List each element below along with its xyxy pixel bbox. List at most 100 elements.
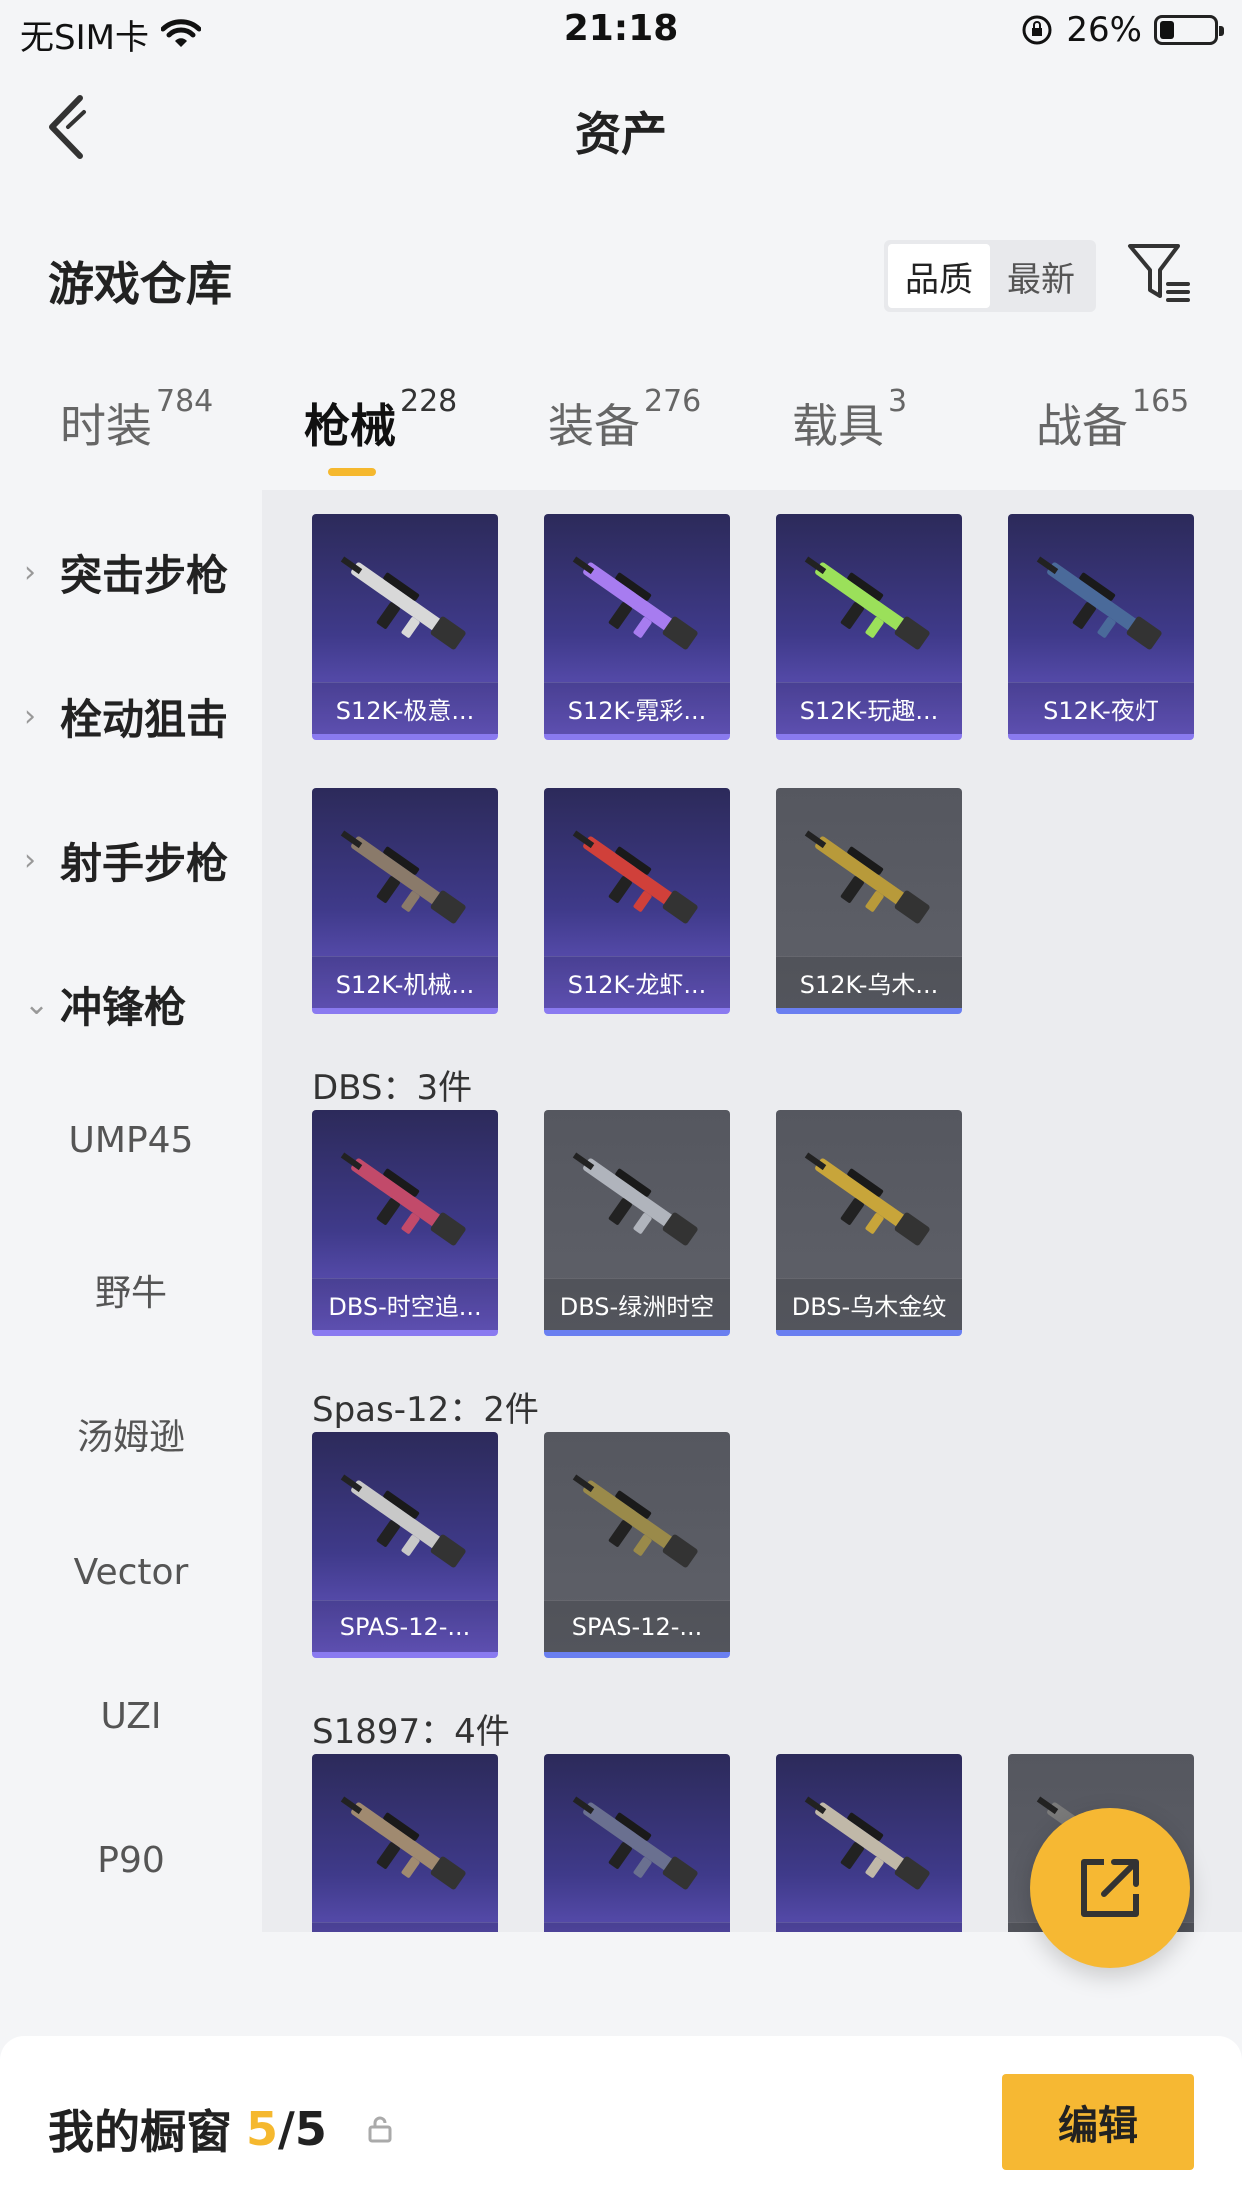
battery-level bbox=[1160, 21, 1174, 39]
showcase-title-row: 我的橱窗 5/5 bbox=[48, 2096, 393, 2162]
weapon-name: S12K-龙虾... bbox=[544, 956, 730, 1008]
weapon-card[interactable] bbox=[776, 1754, 962, 1932]
chevron-down-icon: ⌄ bbox=[24, 987, 50, 1022]
warehouse-title: 游戏仓库 bbox=[48, 257, 232, 311]
battery-info: 26% bbox=[1020, 10, 1224, 50]
weapon-name bbox=[312, 1922, 498, 1932]
weapon-name: SPAS-12-... bbox=[312, 1600, 498, 1652]
weapon-card[interactable] bbox=[312, 1754, 498, 1932]
weapon-name: S12K-夜灯 bbox=[1008, 682, 1194, 734]
share-icon bbox=[1081, 1859, 1139, 1917]
nav-bar: 资产 bbox=[0, 70, 1242, 180]
status-bar: 无SIM卡 21:18 26% bbox=[0, 0, 1242, 64]
weapon-card[interactable]: SPAS-12-... bbox=[312, 1432, 498, 1658]
tab-count: 784 bbox=[156, 384, 214, 419]
lock-icon bbox=[368, 2116, 392, 2143]
tab-label: 装备 bbox=[548, 399, 640, 453]
weapon-card[interactable]: S12K-夜灯 bbox=[1008, 514, 1194, 740]
sidebar-item-bolt-sniper[interactable]: › 栓动狙击 bbox=[24, 686, 228, 747]
sidebar-item-smg[interactable]: ⌄ 冲锋枪 bbox=[24, 974, 186, 1035]
rotation-lock-icon bbox=[1022, 15, 1052, 45]
sidebar-item-label: 突击步枪 bbox=[60, 551, 229, 600]
showcase-bar: 我的橱窗 5/5 编辑 bbox=[0, 2036, 1242, 2208]
chevron-right-icon: › bbox=[24, 699, 36, 734]
showcase-current: 5 bbox=[246, 2102, 279, 2156]
sort-toggle: 品质 最新 bbox=[884, 240, 1096, 312]
weapon-image bbox=[340, 1152, 466, 1246]
weapon-name: S12K-极意... bbox=[312, 682, 498, 734]
weapon-image bbox=[804, 1796, 930, 1890]
sidebar-subitem-bizon[interactable]: 野牛 bbox=[0, 1264, 262, 1316]
chevron-right-icon: › bbox=[24, 555, 36, 590]
weapon-card[interactable]: SPAS-12-... bbox=[544, 1432, 730, 1658]
weapon-name: S12K-机械... bbox=[312, 956, 498, 1008]
active-tab-indicator bbox=[328, 468, 376, 476]
tab-count: 228 bbox=[400, 384, 458, 419]
weapon-name: S12K-霓彩... bbox=[544, 682, 730, 734]
tab-firearms[interactable]: 枪械 228 bbox=[304, 384, 457, 456]
tab-count: 165 bbox=[1132, 384, 1190, 419]
weapon-card[interactable]: S12K-玩趣... bbox=[776, 514, 962, 740]
filter-icon[interactable] bbox=[1126, 240, 1192, 306]
battery-icon bbox=[1154, 15, 1224, 45]
weapon-name: DBS-时空追... bbox=[312, 1278, 498, 1330]
tab-supplies[interactable]: 战备 165 bbox=[1036, 384, 1189, 456]
weapon-card[interactable]: DBS-乌木金纹 bbox=[776, 1110, 962, 1336]
weapon-image bbox=[340, 830, 466, 924]
tab-label: 战备 bbox=[1036, 399, 1128, 453]
tab-equipment[interactable]: 装备 276 bbox=[548, 384, 701, 456]
sidebar-item-label: 射手步枪 bbox=[60, 839, 229, 888]
sidebar-subitem-vector[interactable]: Vector bbox=[0, 1552, 262, 1593]
showcase-count: 5/5 bbox=[246, 2102, 327, 2156]
showcase-title: 我的橱窗 bbox=[48, 2105, 232, 2159]
weapon-image bbox=[804, 1152, 930, 1246]
weapon-card[interactable] bbox=[544, 1754, 730, 1932]
sidebar-item-label: 冲锋枪 bbox=[60, 983, 187, 1032]
tab-count: 276 bbox=[644, 384, 702, 419]
tab-label: 载具 bbox=[792, 399, 884, 453]
weapon-image bbox=[340, 556, 466, 650]
sidebar-subitem-p90[interactable]: P90 bbox=[0, 1840, 262, 1881]
weapon-card[interactable]: DBS-绿洲时空 bbox=[544, 1110, 730, 1336]
sidebar-item-assault-rifle[interactable]: › 突击步枪 bbox=[24, 542, 228, 603]
sidebar-subitem-uzi[interactable]: UZI bbox=[0, 1696, 262, 1737]
battery-percentage: 26% bbox=[1066, 10, 1142, 50]
weapon-card[interactable]: S12K-龙虾... bbox=[544, 788, 730, 1014]
tab-vehicles[interactable]: 载具 3 bbox=[792, 384, 907, 456]
weapon-name: DBS-乌木金纹 bbox=[776, 1278, 962, 1330]
group-title: DBS：3件 bbox=[312, 1068, 473, 1108]
chevron-right-icon: › bbox=[24, 843, 36, 878]
weapon-image bbox=[572, 1474, 698, 1568]
edit-button[interactable]: 编辑 bbox=[1002, 2074, 1194, 2170]
weapon-card[interactable]: S12K-机械... bbox=[312, 788, 498, 1014]
weapon-card[interactable]: S12K-霓彩... bbox=[544, 514, 730, 740]
weapon-card[interactable]: S12K-乌木... bbox=[776, 788, 962, 1014]
weapon-image bbox=[572, 556, 698, 650]
weapon-category-sidebar: › 突击步枪 › 栓动狙击 › 射手步枪 ⌄ 冲锋枪 UMP45 野牛 汤姆逊 Vect… bbox=[0, 490, 262, 1932]
weapon-card[interactable]: S12K-极意... bbox=[312, 514, 498, 740]
weapon-name bbox=[776, 1922, 962, 1932]
weapon-name: SPAS-12-... bbox=[544, 1600, 730, 1652]
showcase-total: /5 bbox=[278, 2102, 327, 2156]
weapon-name bbox=[544, 1922, 730, 1932]
sidebar-subitem-thompson[interactable]: 汤姆逊 bbox=[0, 1408, 262, 1460]
sort-newest-option[interactable]: 最新 bbox=[990, 244, 1092, 308]
page-title: 资产 bbox=[575, 107, 667, 161]
tab-fashion[interactable]: 时装 784 bbox=[60, 384, 213, 456]
share-button[interactable] bbox=[1030, 1808, 1190, 1968]
sidebar-item-marksman-rifle[interactable]: › 射手步枪 bbox=[24, 830, 228, 891]
weapon-image bbox=[804, 556, 930, 650]
weapon-image bbox=[804, 830, 930, 924]
tab-label: 枪械 bbox=[304, 399, 396, 453]
tab-count: 3 bbox=[888, 384, 908, 419]
weapon-card[interactable]: DBS-时空追... bbox=[312, 1110, 498, 1336]
weapon-image bbox=[572, 1152, 698, 1246]
sidebar-subitem-ump45[interactable]: UMP45 bbox=[0, 1120, 262, 1161]
sort-quality-option[interactable]: 品质 bbox=[888, 244, 990, 308]
weapon-image bbox=[1036, 556, 1162, 650]
group-title: Spas-12：2件 bbox=[312, 1390, 539, 1430]
weapon-image bbox=[340, 1796, 466, 1890]
weapon-name: S12K-玩趣... bbox=[776, 682, 962, 734]
group-title: S1897：4件 bbox=[312, 1712, 510, 1752]
weapon-image bbox=[572, 1796, 698, 1890]
